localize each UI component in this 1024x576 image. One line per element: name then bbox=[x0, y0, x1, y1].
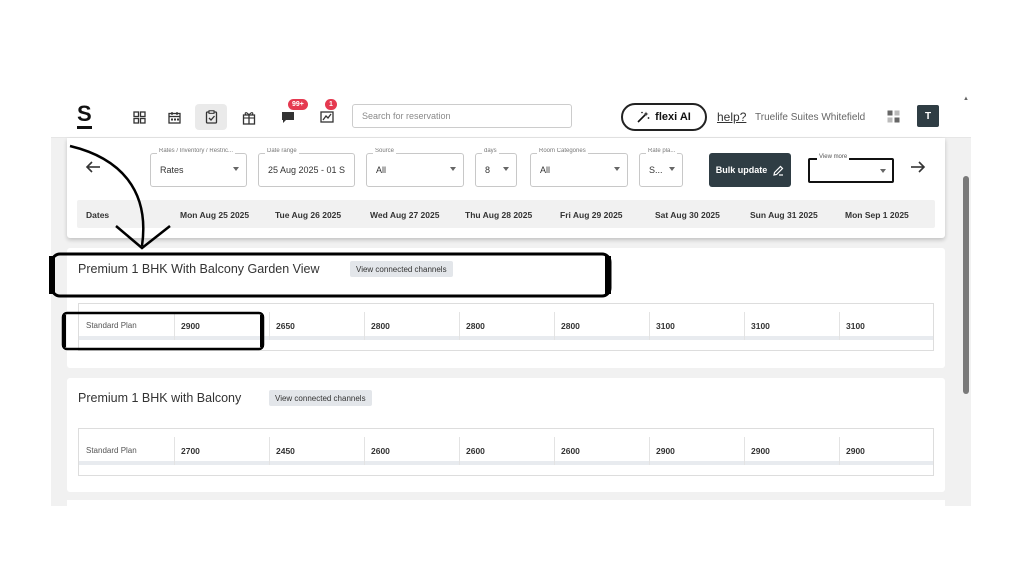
calendar-icon[interactable] bbox=[162, 106, 186, 128]
rate-cell[interactable]: 2800 bbox=[466, 321, 485, 331]
field-label: days bbox=[482, 148, 499, 154]
view-more-select[interactable]: View more bbox=[808, 154, 894, 183]
field-value: 8 bbox=[485, 165, 491, 175]
scroll-up-icon[interactable]: ▲ bbox=[963, 96, 971, 104]
chat-icon[interactable]: 99+ bbox=[276, 99, 308, 128]
table-row: Standard Plan 2900 2650 2800 2800 2800 3… bbox=[79, 312, 933, 340]
room-category-card: Premium 1 BHK With Balcony Garden View V… bbox=[67, 248, 945, 368]
date-column-header: Wed Aug 27 2025 bbox=[370, 210, 440, 220]
rate-cell[interactable]: 2900 bbox=[846, 446, 865, 456]
rate-cell[interactable]: 2900 bbox=[656, 446, 675, 456]
gift-icon[interactable] bbox=[237, 106, 261, 128]
rate-cell[interactable]: 2650 bbox=[276, 321, 295, 331]
dates-header-label: Dates bbox=[86, 210, 110, 220]
days-select[interactable]: days 8 bbox=[475, 148, 517, 187]
field-label: Room Categories bbox=[537, 148, 588, 154]
next-room-card-edge bbox=[67, 500, 945, 506]
pencil-icon bbox=[773, 165, 784, 176]
rate-cell[interactable]: 2900 bbox=[181, 321, 200, 331]
table-row: Standard Plan 2700 2450 2600 2600 2600 2… bbox=[79, 437, 933, 465]
user-avatar[interactable]: T bbox=[917, 105, 939, 127]
field-label: Rate pla... bbox=[646, 148, 678, 154]
field-value: All bbox=[540, 165, 551, 175]
date-column-header: Fri Aug 29 2025 bbox=[560, 210, 623, 220]
source-select[interactable]: Source All bbox=[366, 148, 464, 187]
view-connected-channels-button[interactable]: View connected channels bbox=[350, 261, 453, 277]
chart-icon[interactable]: 1 bbox=[315, 99, 339, 128]
room-categories-select[interactable]: Room Categories All bbox=[530, 148, 628, 187]
alert-badge: 1 bbox=[325, 99, 337, 110]
previous-arrow-icon[interactable] bbox=[85, 158, 101, 179]
rate-cell[interactable]: 3100 bbox=[656, 321, 675, 331]
next-arrow-icon[interactable] bbox=[910, 158, 926, 179]
property-name[interactable]: Truelife Suites Whitefield bbox=[755, 112, 865, 123]
top-navigation-bar: S 99+ 1 flexi AI help? Truelife Suites W… bbox=[51, 96, 971, 138]
chevron-down-icon bbox=[233, 167, 239, 171]
bulk-update-label: Bulk update bbox=[715, 165, 768, 175]
date-column-header: Thu Aug 28 2025 bbox=[465, 210, 533, 220]
rate-plan-table: Standard Plan 2700 2450 2600 2600 2600 2… bbox=[78, 428, 934, 476]
filter-panel: Rates / Inventory / Restric... Rates Dat… bbox=[67, 138, 945, 238]
room-category-card: Premium 1 BHK with Balcony View connecte… bbox=[67, 378, 945, 492]
flexi-ai-label: flexi AI bbox=[655, 111, 691, 123]
chevron-down-icon bbox=[669, 167, 675, 171]
bulk-update-button[interactable]: Bulk update bbox=[709, 153, 791, 187]
date-column-header: Mon Aug 25 2025 bbox=[180, 210, 250, 220]
field-label: Source bbox=[373, 148, 397, 154]
room-title: Premium 1 BHK With Balcony Garden View bbox=[78, 262, 320, 276]
help-link[interactable]: help? bbox=[717, 110, 746, 124]
field-value: All bbox=[376, 165, 387, 175]
field-value: Rates bbox=[160, 165, 184, 175]
rate-cell[interactable]: 2600 bbox=[561, 446, 580, 456]
field-value: 25 Aug 2025 - 01 S bbox=[268, 165, 346, 175]
rate-cell[interactable]: 2800 bbox=[561, 321, 580, 331]
rate-plan-name: Standard Plan bbox=[86, 446, 137, 455]
rate-cell[interactable]: 2600 bbox=[466, 446, 485, 456]
apps-grid-icon[interactable] bbox=[887, 110, 900, 128]
view-connected-channels-button[interactable]: View connected channels bbox=[269, 390, 372, 406]
clipboard-check-icon[interactable] bbox=[195, 104, 227, 130]
chevron-down-icon bbox=[880, 169, 886, 173]
vertical-scrollbar[interactable] bbox=[963, 176, 969, 394]
date-range-field[interactable]: Date range 25 Aug 2025 - 01 S bbox=[258, 148, 355, 187]
field-label: Rates / Inventory / Restric... bbox=[157, 148, 236, 154]
field-value: S... bbox=[649, 165, 663, 175]
date-column-header: Mon Sep 1 2025 bbox=[845, 210, 909, 220]
brand-logo[interactable]: S bbox=[77, 103, 92, 129]
dashboard-icon[interactable] bbox=[127, 106, 151, 128]
chevron-down-icon bbox=[450, 167, 456, 171]
date-column-header: Tue Aug 26 2025 bbox=[275, 210, 342, 220]
rate-plan-select[interactable]: Rate pla... S... bbox=[639, 148, 683, 187]
rate-plan-name: Standard Plan bbox=[86, 321, 137, 330]
room-title: Premium 1 BHK with Balcony bbox=[78, 391, 242, 405]
chevron-down-icon bbox=[614, 167, 620, 171]
field-label: View more bbox=[817, 154, 850, 160]
dates-header-row: Dates Mon Aug 25 2025 Tue Aug 26 2025 We… bbox=[77, 200, 935, 228]
rates-inventory-select[interactable]: Rates / Inventory / Restric... Rates bbox=[150, 148, 247, 187]
rate-plan-table: Standard Plan 2900 2650 2800 2800 2800 3… bbox=[78, 303, 934, 351]
rate-cell[interactable]: 2900 bbox=[751, 446, 770, 456]
field-label: Date range bbox=[265, 148, 299, 154]
date-column-header: Sat Aug 30 2025 bbox=[655, 210, 720, 220]
rate-cell[interactable]: 2600 bbox=[371, 446, 390, 456]
rate-cell[interactable]: 2700 bbox=[181, 446, 200, 456]
search-input[interactable] bbox=[352, 104, 572, 128]
date-column-header: Sun Aug 31 2025 bbox=[750, 210, 818, 220]
rate-cell[interactable]: 3100 bbox=[751, 321, 770, 331]
rate-cell[interactable]: 2450 bbox=[276, 446, 295, 456]
notification-badge: 99+ bbox=[288, 99, 308, 110]
rate-cell[interactable]: 3100 bbox=[846, 321, 865, 331]
flexi-ai-button[interactable]: flexi AI bbox=[621, 103, 707, 131]
chevron-down-icon bbox=[503, 167, 509, 171]
magic-wand-icon bbox=[637, 111, 650, 123]
app-window: S 99+ 1 flexi AI help? Truelife Suites W… bbox=[51, 96, 971, 506]
rate-cell[interactable]: 2800 bbox=[371, 321, 390, 331]
